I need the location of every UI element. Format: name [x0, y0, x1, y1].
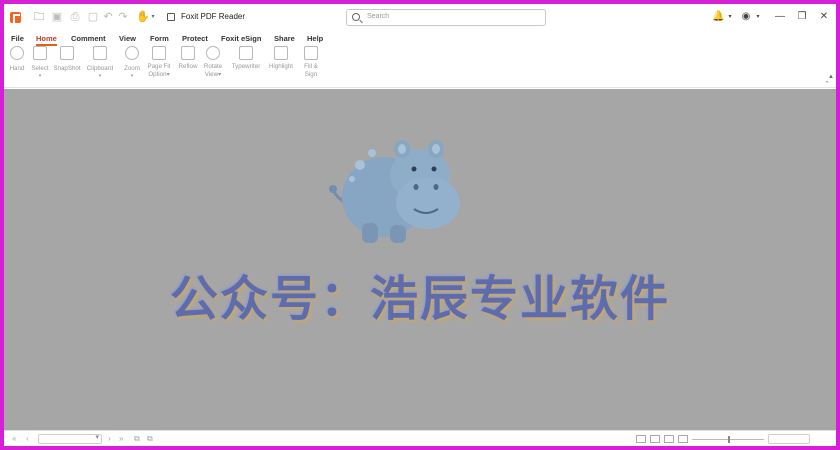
continuous-facing-view-icon[interactable] — [678, 435, 688, 443]
select-button[interactable]: Select ▾ — [30, 46, 50, 79]
restore-icon[interactable]: ❐ — [796, 11, 808, 23]
select-dropdown-icon[interactable]: ▾ — [30, 73, 50, 79]
tab-foxit-esign[interactable]: Foxit eSign — [221, 34, 261, 43]
first-page-icon[interactable]: « — [12, 434, 16, 444]
continuous-view-icon[interactable] — [650, 435, 660, 443]
snapshot-button[interactable]: SnapShot — [53, 46, 81, 73]
document-icon — [167, 13, 175, 21]
zoom-dropdown-icon[interactable]: ▾ — [122, 73, 142, 79]
window-title: Foxit PDF Reader — [181, 12, 246, 21]
search-placeholder: Search — [367, 13, 390, 20]
typewriter-label: Typewriter — [231, 63, 261, 70]
page-fit-label: Page Fit — [147, 63, 171, 70]
open-folder-icon[interactable]: 🗀 — [32, 10, 46, 24]
document-canvas[interactable]: 公众号：浩辰专业软件 — [4, 89, 836, 430]
next-view-icon[interactable]: ⧉ — [147, 434, 153, 444]
fill-sign-icon — [304, 46, 318, 60]
rotate-view-text: View — [204, 71, 219, 78]
zoom-slider-handle[interactable] — [728, 436, 730, 443]
watermark-text: 公众号：浩辰专业软件 — [169, 271, 670, 327]
rotate-icon — [206, 46, 220, 60]
status-bar: « ‹ › » ⧉ ⧉ — [4, 430, 836, 446]
account-icon[interactable]: ◉ — [740, 11, 752, 23]
zoom-button[interactable]: Zoom ▾ — [122, 46, 142, 79]
hand-button[interactable]: Hand — [8, 46, 26, 73]
rotate-label: Rotate — [203, 63, 223, 70]
save-icon[interactable]: ▣ — [50, 10, 64, 24]
new-doc-icon[interactable]: ▢ — [86, 10, 100, 24]
previous-page-icon[interactable]: ‹ — [26, 434, 29, 444]
tab-share[interactable]: Share — [274, 34, 295, 43]
select-label: Select — [31, 65, 49, 72]
menu-bar: File Home Comment View Form Protect Foxi… — [4, 32, 836, 46]
next-page-icon[interactable]: › — [108, 434, 111, 444]
scroll-up-arrow-icon[interactable]: ▲ — [828, 74, 834, 80]
page-fit-option-button[interactable]: Page Fit Option▾ — [146, 46, 172, 79]
minimize-icon[interactable]: — — [774, 11, 786, 23]
reflow-icon — [181, 46, 195, 60]
reflow-button[interactable]: Reflow — [177, 46, 199, 71]
clipboard-icon — [93, 46, 107, 60]
zoom-icon — [125, 46, 139, 60]
clipboard-button[interactable]: Clipboard ▾ — [85, 46, 115, 79]
zoom-label: Zoom — [124, 65, 140, 72]
page-fit-option-label: Option▾ — [146, 71, 172, 79]
close-icon[interactable]: ✕ — [818, 11, 830, 23]
page-fit-icon — [152, 46, 166, 60]
notifications-dropdown-icon[interactable]: ▾ — [724, 11, 736, 23]
bell-icon[interactable]: 🔔 — [712, 11, 724, 23]
page-fit-dropdown-icon[interactable]: ▾ — [167, 71, 170, 78]
last-page-icon[interactable]: » — [119, 434, 123, 444]
redo-icon[interactable]: ↷ — [116, 10, 130, 24]
foxit-logo-icon — [10, 12, 21, 23]
highlight-label: Highlight — [268, 63, 294, 70]
tab-view[interactable]: View — [119, 34, 136, 43]
search-input[interactable]: Search — [346, 9, 546, 26]
select-text-icon — [33, 46, 47, 60]
zoom-level-input[interactable] — [768, 434, 810, 444]
typewriter-icon — [239, 46, 253, 60]
tab-form[interactable]: Form — [150, 34, 169, 43]
collapse-ribbon-icon[interactable]: ⌃ — [824, 80, 830, 88]
fill-sign-label-1: Fill & — [304, 63, 318, 70]
previous-view-icon[interactable]: ⧉ — [134, 434, 140, 444]
tab-file[interactable]: File — [11, 34, 24, 43]
highlight-button[interactable]: Highlight — [266, 46, 296, 71]
tab-comment[interactable]: Comment — [71, 34, 106, 43]
fill-sign-button[interactable]: Fill & Sign — [302, 46, 320, 79]
hippo-mascot-image — [329, 140, 460, 243]
account-dropdown-icon[interactable]: ▾ — [752, 11, 764, 23]
facing-view-icon[interactable] — [664, 435, 674, 443]
single-page-view-icon[interactable] — [636, 435, 646, 443]
ribbon-toolbar: Hand Select ▾ SnapShot Clipboard ▾ Zoom … — [4, 46, 836, 88]
highlight-icon — [274, 46, 288, 60]
snapshot-label: SnapShot — [53, 65, 81, 72]
clipboard-dropdown-icon[interactable]: ▾ — [85, 73, 115, 79]
clipboard-label: Clipboard — [86, 65, 114, 72]
title-bar: 🗀 ▣ ⎙ ▢ ↶ ↷ ✋ ▾ Foxit PDF Reader Search … — [4, 4, 836, 32]
reflow-label: Reflow — [178, 63, 198, 70]
app-window: 🗀 ▣ ⎙ ▢ ↶ ↷ ✋ ▾ Foxit PDF Reader Search … — [4, 4, 836, 446]
rotate-view-button[interactable]: Rotate View▾ — [201, 46, 225, 79]
typewriter-button[interactable]: Typewriter — [230, 46, 262, 71]
tab-home[interactable]: Home — [36, 34, 57, 43]
print-icon[interactable]: ⎙ — [68, 10, 82, 24]
fill-sign-label-2: Sign — [304, 71, 318, 78]
tab-help[interactable]: Help — [307, 34, 323, 43]
rotate-dropdown-icon[interactable]: ▾ — [218, 71, 221, 78]
rotate-view-label: View▾ — [201, 71, 225, 79]
page-number-input[interactable] — [38, 433, 102, 444]
undo-icon[interactable]: ↶ — [101, 10, 115, 24]
customize-dropdown-icon[interactable]: ▾ — [146, 10, 160, 24]
tab-protect[interactable]: Protect — [182, 34, 208, 43]
page-fit-option-text: Option — [148, 71, 167, 78]
hand-label: Hand — [9, 65, 25, 72]
search-icon — [352, 13, 360, 21]
snapshot-icon — [60, 46, 74, 60]
hand-icon — [10, 46, 24, 60]
